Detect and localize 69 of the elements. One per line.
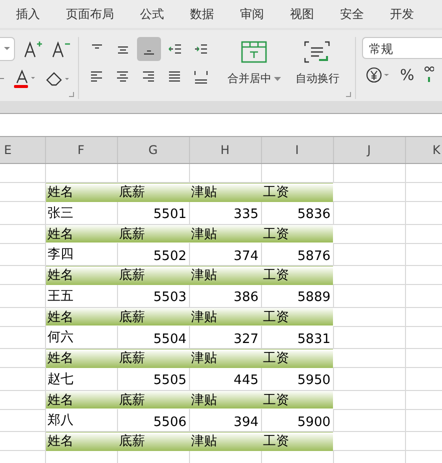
header-cell: 工资: [261, 390, 333, 409]
wrap-text-button[interactable]: 自动换行: [295, 33, 340, 86]
table-cell: 386: [189, 284, 261, 307]
column-header[interactable]: F: [45, 137, 117, 164]
number-format-dropdown[interactable]: 常规: [362, 37, 442, 59]
table-cell: 5503: [117, 284, 189, 307]
header-cell: 底薪: [117, 224, 189, 243]
header-cell: 津贴: [189, 348, 261, 368]
column-header[interactable]: J: [333, 137, 405, 164]
header-cell: 姓名: [45, 224, 117, 243]
menu-tab[interactable]: 数据: [174, 6, 214, 22]
header-cell: 津贴: [189, 432, 261, 450]
menu-tab[interactable]: 插入: [0, 6, 40, 22]
header-cell: 工资: [261, 182, 333, 202]
align-bottom-icon[interactable]: [137, 37, 162, 61]
menu-tab[interactable]: 视图: [274, 6, 314, 22]
header-cell: 工资: [261, 266, 333, 284]
table-cell: 5950: [261, 368, 333, 390]
merge-center-button[interactable]: 合并居中: [227, 33, 282, 86]
column-header[interactable]: I: [261, 137, 333, 164]
table-cell: 5889: [261, 284, 333, 307]
header-cell: 姓名: [45, 348, 117, 368]
table-cell: 5505: [117, 368, 189, 390]
header-cell: 姓名: [45, 390, 117, 409]
header-cell: 津贴: [189, 182, 261, 202]
table-cell: 5836: [261, 202, 333, 224]
header-cell: 底薪: [117, 390, 189, 409]
column-header[interactable]: G: [117, 137, 189, 164]
header-cell: 底薪: [117, 432, 189, 450]
header-cell: 姓名: [45, 182, 117, 202]
header-cell: 底薪: [117, 307, 189, 326]
header-cell: 津贴: [189, 266, 261, 284]
header-cell: 工资: [261, 224, 333, 243]
header-cell: 底薪: [117, 348, 189, 368]
table-cell: 赵七: [45, 368, 117, 390]
button-label: 合并居中: [227, 71, 272, 86]
font-color-icon[interactable]: [13, 69, 35, 89]
header-cell: 底薪: [117, 266, 189, 284]
header-cell: 工资: [261, 307, 333, 326]
header-cell: 工资: [261, 432, 333, 450]
thousands-separator-icon[interactable]: [424, 65, 434, 85]
font-size-dropdown[interactable]: [0, 37, 15, 61]
merge-cells-icon: [241, 41, 268, 63]
column-header[interactable]: H: [189, 137, 261, 164]
table-cell: 5501: [117, 202, 189, 224]
header-cell: 津贴: [189, 390, 261, 409]
header-cell: 姓名: [45, 266, 117, 284]
percent-button[interactable]: %: [400, 66, 414, 84]
menu-tab[interactable]: 页面布局: [50, 6, 114, 22]
menu-tab[interactable]: 公式: [124, 6, 164, 22]
wrap-text-icon: [304, 41, 330, 63]
shrink-font-icon[interactable]: [51, 39, 71, 59]
table-cell: 335: [189, 202, 261, 224]
column-header[interactable]: E: [0, 137, 45, 164]
header-cell: 姓名: [45, 307, 117, 326]
header-cell: 津贴: [189, 224, 261, 243]
menu-tab[interactable]: 开发: [374, 6, 414, 22]
table-cell: 445: [189, 368, 261, 390]
header-cell: 底薪: [117, 182, 189, 202]
menu-tab[interactable]: 审阅: [224, 6, 264, 22]
header-cell: 津贴: [189, 307, 261, 326]
header-cell: 姓名: [45, 432, 117, 450]
table-cell: 王五: [45, 284, 117, 307]
grow-font-icon[interactable]: [23, 39, 43, 59]
column-header[interactable]: K: [405, 137, 442, 164]
table-cell: 张三: [45, 202, 117, 224]
header-cell: 工资: [261, 348, 333, 368]
currency-icon[interactable]: [366, 66, 390, 84]
menu-tab[interactable]: 安全: [324, 6, 364, 22]
